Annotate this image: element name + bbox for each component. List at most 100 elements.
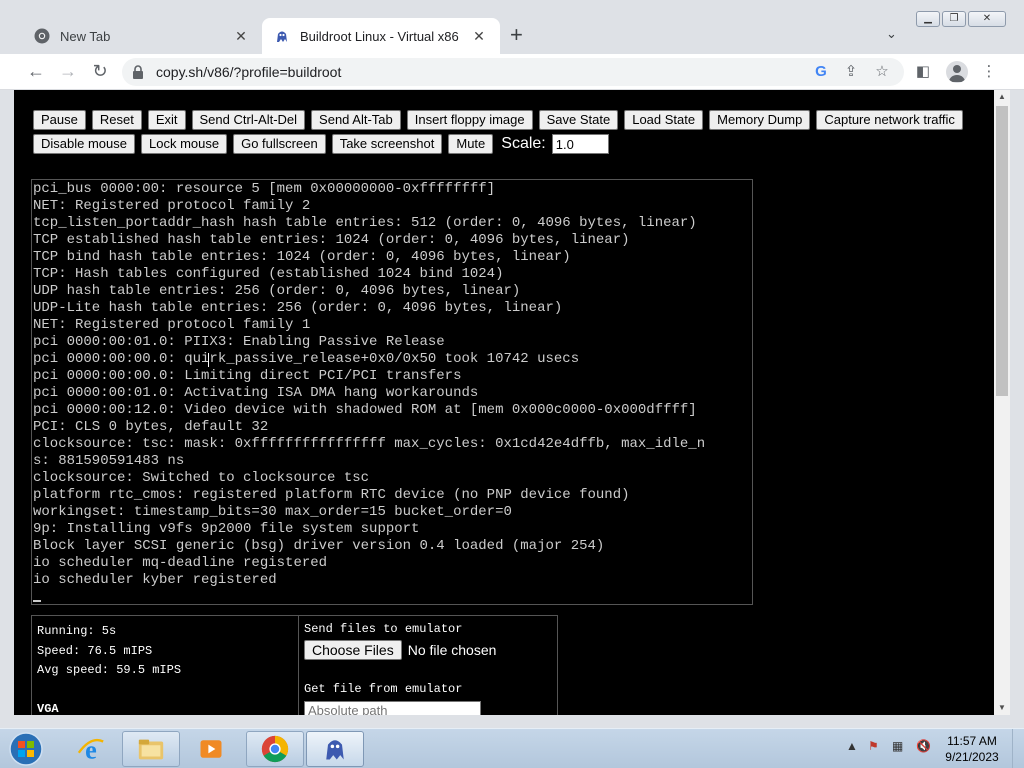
file-explorer-icon[interactable] <box>122 731 180 767</box>
terminal-line: Block layer SCSI generic (bsg) driver ve… <box>33 538 605 554</box>
terminal-line: pci 0000:00:12.0: Video device with shad… <box>33 402 697 418</box>
share-icon[interactable]: ⇪ <box>842 63 860 81</box>
terminal-output: pci_bus 0000:00: resource 5 [mem 0x00000… <box>33 181 752 589</box>
maximize-button[interactable]: ❐ <box>942 11 966 27</box>
lock-icon[interactable] <box>132 65 144 79</box>
volume-muted-icon[interactable]: 🔇 <box>916 739 931 753</box>
reload-icon[interactable]: ↻ <box>88 60 112 84</box>
tab-search-chevron-icon[interactable]: ⌄ <box>886 26 897 42</box>
address-bar[interactable]: copy.sh/v86/?profile=buildroot G ⇪ ☆ <box>122 58 904 86</box>
absolute-path-input[interactable] <box>304 701 481 715</box>
new-tab-button[interactable]: + <box>510 24 523 46</box>
menu-kebab-icon[interactable]: ⋮ <box>980 63 998 81</box>
url-text[interactable]: copy.sh/v86/?profile=buildroot <box>156 64 341 80</box>
clock-date: 9/21/2023 <box>945 750 999 764</box>
status-panel: Running: 5s Speed: 76.5 mIPS Avg speed: … <box>31 615 319 715</box>
scrollbar-thumb[interactable] <box>996 106 1008 396</box>
bookmark-star-icon[interactable]: ☆ <box>873 63 891 81</box>
scale-input[interactable] <box>551 134 609 154</box>
no-file-chosen-text: No file chosen <box>407 642 497 658</box>
terminal-line: clocksource: tsc: mask: 0xffffffffffffff… <box>33 436 706 452</box>
vga-label: VGA <box>37 702 59 715</box>
tab-new-tab[interactable]: New Tab ✕ <box>22 18 262 54</box>
back-arrow-icon[interactable]: ← <box>24 60 48 84</box>
terminal-line: TCP bind hash table entries: 1024 (order… <box>33 249 571 265</box>
window-controls: ▁ ❐ ✕ <box>916 11 1006 27</box>
show-desktop-button[interactable] <box>1012 729 1024 768</box>
load-state-button[interactable]: Load State <box>624 110 704 130</box>
chrome-icon <box>34 28 50 44</box>
save-state-button[interactable]: Save State <box>538 110 619 130</box>
scroll-down-icon[interactable]: ▼ <box>994 701 1010 715</box>
tab-title: New Tab <box>60 28 111 44</box>
window-frame-right <box>1010 90 1024 715</box>
internet-explorer-icon[interactable]: e <box>62 731 120 767</box>
tab-strip: New Tab ✕ Buildroot Linux - Virtual x86 … <box>0 0 1024 54</box>
start-orb-icon[interactable] <box>4 730 48 768</box>
close-window-button[interactable]: ✕ <box>968 11 1006 27</box>
page-scrollbar[interactable]: ▲ ▼ <box>994 90 1010 715</box>
speed-value: Speed: 76.5 mIPS <box>37 643 153 658</box>
tab-buildroot[interactable]: Buildroot Linux - Virtual x86 ✕ <box>262 18 500 54</box>
browser-toolbar: ← → ↻ copy.sh/v86/?profile=buildroot G ⇪… <box>0 54 1024 90</box>
go-fullscreen-button[interactable]: Go fullscreen <box>233 134 326 154</box>
send-ctrl-alt-del-button[interactable]: Send Ctrl-Alt-Del <box>191 110 306 130</box>
send-files-label: Send files to emulator <box>304 622 463 636</box>
insert-floppy-button[interactable]: Insert floppy image <box>406 110 533 130</box>
scale-label: Scale: <box>501 135 546 152</box>
reset-button[interactable]: Reset <box>91 110 142 130</box>
terminal-line: pci 0000:00:00.0: Limiting direct PCI/PC… <box>33 368 462 384</box>
v86-icon <box>277 31 287 42</box>
network-icon[interactable]: ▦ <box>892 739 903 753</box>
file-chooser: Choose Files No file chosen <box>304 640 552 660</box>
memory-dump-button[interactable]: Memory Dump <box>709 110 811 130</box>
disable-mouse-button[interactable]: Disable mouse <box>33 134 135 154</box>
side-panel-icon[interactable]: ◧ <box>914 63 932 81</box>
capture-network-button[interactable]: Capture network traffic <box>816 110 963 130</box>
terminal-line: UDP hash table entries: 256 (order: 0, 4… <box>33 283 521 299</box>
minimize-button[interactable]: ▁ <box>916 11 940 27</box>
show-hidden-icons-icon[interactable]: ▲ <box>846 739 858 753</box>
terminal-line: io scheduler mq-deadline registered <box>33 555 328 571</box>
choose-files-button[interactable]: Choose Files <box>304 640 402 660</box>
chrome-icon[interactable] <box>246 731 304 767</box>
terminal-line: platform rtc_cmos: registered platform R… <box>33 487 630 503</box>
forward-arrow-icon[interactable]: → <box>56 60 80 84</box>
scroll-up-icon[interactable]: ▲ <box>994 90 1010 104</box>
avg-speed-value: Avg speed: 59.5 mIPS <box>37 663 182 677</box>
terminal-line: PCI: CLS 0 bytes, default 32 <box>33 419 269 435</box>
emulator-controls-row1: Pause Reset Exit Send Ctrl-Alt-Del Send … <box>33 110 963 130</box>
lock-mouse-button[interactable]: Lock mouse <box>141 134 228 154</box>
profile-avatar-icon[interactable] <box>946 61 968 83</box>
clock-time: 11:57 AM <box>947 734 997 748</box>
take-screenshot-button[interactable]: Take screenshot <box>331 134 443 154</box>
terminal-line: pci 0000:00:01.0: PIIX3: Enabling Passiv… <box>33 334 445 350</box>
exit-button[interactable]: Exit <box>147 110 186 130</box>
media-player-icon[interactable] <box>182 731 240 767</box>
tab-close-icon[interactable]: ✕ <box>232 28 250 45</box>
terminal-line: pci 0000:00:01.0: Activating ISA DMA han… <box>33 385 479 401</box>
system-clock[interactable]: 11:57 AM 9/21/2023 <box>944 733 1000 765</box>
taskbar: e ▲ ⚑ ▦ 🔇 11:57 AM 9/21/2023 <box>0 728 1024 768</box>
chrome-window: New Tab ✕ Buildroot Linux - Virtual x86 … <box>0 0 1024 728</box>
send-alt-tab-button[interactable]: Send Alt-Tab <box>311 110 401 130</box>
vm-screen[interactable]: pci_bus 0000:00: resource 5 [mem 0x00000… <box>31 179 753 605</box>
google-icon[interactable]: G <box>812 63 830 81</box>
terminal-line: TCP: Hash tables configured (established… <box>33 266 504 282</box>
terminal-line: s: 881590591483 ns <box>33 453 185 469</box>
terminal-line: pci_bus 0000:00: resource 5 [mem 0x00000… <box>33 181 496 197</box>
emulator-controls-row2: Disable mouse Lock mouse Go fullscreen T… <box>33 134 609 154</box>
action-center-icon[interactable]: ⚑ <box>868 739 879 753</box>
pause-button[interactable]: Pause <box>33 110 86 130</box>
terminal-line: UDP-Lite hash table entries: 256 (order:… <box>33 300 563 316</box>
terminal-line: workingset: timestamp_bits=30 max_order=… <box>33 504 512 520</box>
terminal-line: NET: Registered protocol family 2 <box>33 198 311 214</box>
v86-icon[interactable] <box>306 731 364 767</box>
terminal-line: TCP established hash table entries: 1024… <box>33 232 630 248</box>
terminal-line: clocksource: Switched to clocksource tsc <box>33 470 370 486</box>
terminal-line: 9p: Installing v9fs 9p2000 file system s… <box>33 521 420 537</box>
terminal-line: io scheduler kyber registered <box>33 572 277 588</box>
tab-close-icon[interactable]: ✕ <box>470 28 488 45</box>
tab-title: Buildroot Linux - Virtual x86 <box>300 28 459 44</box>
mute-button[interactable]: Mute <box>448 134 494 154</box>
